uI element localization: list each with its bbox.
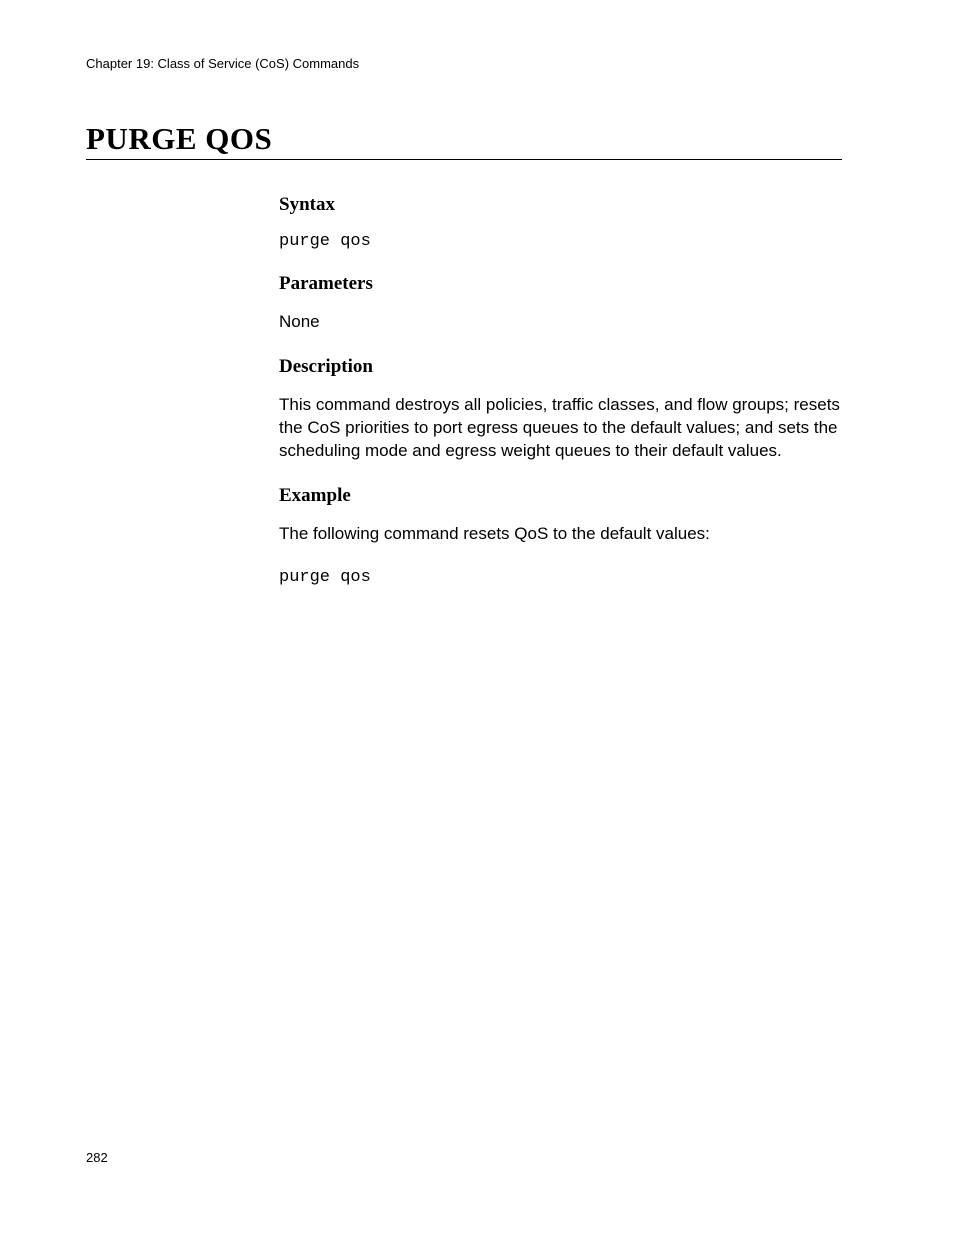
syntax-heading: Syntax: [279, 194, 842, 216]
syntax-code: purge qos: [279, 232, 842, 251]
example-code: purge qos: [279, 568, 842, 587]
example-intro: The following command resets QoS to the …: [279, 523, 842, 546]
running-header: Chapter 19: Class of Service (CoS) Comma…: [86, 56, 842, 71]
example-heading: Example: [279, 485, 842, 507]
description-heading: Description: [279, 356, 842, 378]
parameters-heading: Parameters: [279, 273, 842, 295]
page: Chapter 19: Class of Service (CoS) Comma…: [0, 0, 954, 1235]
content-block: Syntax purge qos Parameters None Descrip…: [279, 194, 842, 587]
page-number: 282: [86, 1150, 108, 1165]
command-title: PURGE QOS: [86, 121, 842, 160]
parameters-text: None: [279, 311, 842, 334]
description-text: This command destroys all policies, traf…: [279, 394, 842, 463]
